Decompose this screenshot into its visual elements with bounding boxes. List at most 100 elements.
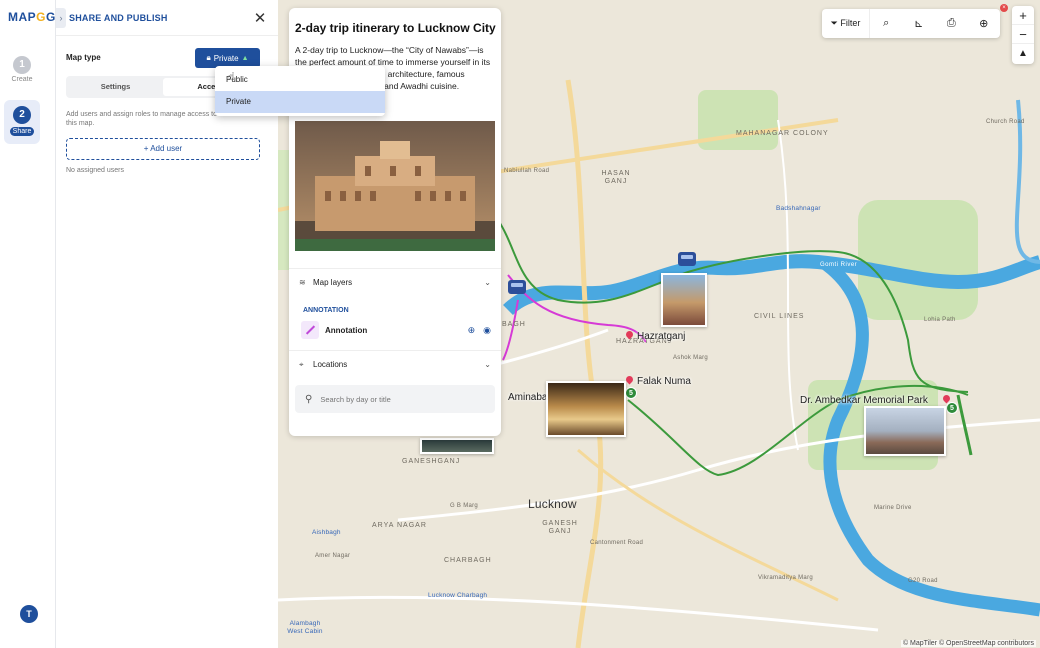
- location-photo[interactable]: [546, 381, 626, 437]
- locate-icon[interactable]: ⊕: [968, 17, 1001, 30]
- filter-label: Filter: [840, 18, 861, 28]
- avatar[interactable]: T: [20, 605, 38, 623]
- annotation-line-icon: [301, 321, 319, 339]
- area-label: MAHANAGAR COLONY: [736, 130, 829, 137]
- lock-icon: 🔒︎: [206, 53, 211, 62]
- station-label: Alambagh West Cabin: [287, 620, 323, 635]
- step-label: Create: [11, 76, 33, 83]
- park-area: [858, 200, 978, 320]
- layers-icon: ≋: [299, 278, 306, 287]
- map-toolbar: ⏷ Filter ⌕ ⊾ ⎙ ⊕: [822, 9, 1000, 38]
- zoom-to-layer-icon[interactable]: ⊕: [468, 325, 476, 336]
- road: [565, 79, 604, 648]
- privacy-dropdown: Public Private: [215, 66, 385, 116]
- area-label: ARYA NAGAR: [372, 522, 427, 529]
- place-label[interactable]: Hazratganj: [637, 331, 685, 342]
- locations-section[interactable]: ⌖ Locations ⌄: [289, 350, 501, 378]
- chevron-right-icon[interactable]: ›: [56, 7, 66, 28]
- map-type-label: Map type: [66, 53, 101, 62]
- annotation-label: Annotation: [325, 325, 368, 335]
- bus-icon: [508, 280, 526, 294]
- road-label: Amer Nagar: [315, 553, 351, 559]
- filter-icon: ⏷: [830, 18, 838, 28]
- zoom-out-button[interactable]: −: [1012, 25, 1034, 44]
- panel-title: SHARE AND PUBLISH: [69, 12, 168, 23]
- privacy-select-button[interactable]: 🔒︎ Private ▲: [195, 48, 260, 68]
- location-pin-icon: ⌖: [299, 359, 304, 369]
- notification-dot[interactable]: ×: [1000, 4, 1008, 12]
- area-label: BAGH: [502, 321, 526, 328]
- step-create[interactable]: 1 Create: [4, 50, 40, 94]
- chevron-down-icon: ⌄: [484, 278, 491, 287]
- no-users-text: No assigned users: [66, 167, 124, 174]
- caret-up-icon: ▲: [241, 54, 249, 62]
- left-rail: MAPGG 1 Create 2 Share T: [0, 0, 56, 648]
- panel-header: › SHARE AND PUBLISH ✕: [56, 0, 278, 36]
- chevron-down-icon: ⌄: [484, 360, 491, 369]
- step-number: 2: [13, 106, 31, 124]
- add-user-button[interactable]: + Add user: [66, 138, 260, 160]
- location-photo[interactable]: [420, 438, 494, 454]
- station-label: Lucknow Charbagh: [428, 592, 488, 599]
- search-icon[interactable]: ⌕: [870, 17, 903, 30]
- place-label[interactable]: Falak Numa: [637, 376, 691, 387]
- station-label: Badshahnagar: [776, 205, 821, 212]
- map-attribution[interactable]: © MapTiler © OpenStreetMap contributors: [900, 640, 1036, 647]
- tab-settings[interactable]: Settings: [68, 78, 163, 96]
- area-label: GANESHGANJ: [402, 458, 461, 465]
- locations-label: Locations: [313, 360, 348, 369]
- ruler-icon[interactable]: ⊾: [903, 17, 936, 30]
- river-label: Gomti River: [820, 262, 858, 268]
- annotation-header: ANNOTATION: [303, 307, 349, 314]
- area-label: GANESH GANJ: [542, 520, 578, 536]
- dropdown-option-private[interactable]: Private: [215, 91, 385, 113]
- place-label[interactable]: Dr. Ambedkar Memorial Park: [800, 395, 928, 406]
- road-label: Nabiullah Road: [504, 168, 550, 174]
- location-search-box: ⚲: [295, 385, 495, 413]
- filter-button[interactable]: ⏷ Filter: [822, 9, 870, 38]
- step-label: Share: [10, 127, 34, 136]
- hand-cursor-icon: ☝︎: [228, 71, 235, 83]
- search-icon: ⚲: [305, 393, 313, 405]
- bus-icon: [678, 252, 696, 266]
- road: [278, 595, 879, 632]
- station-label: Aishbagh: [312, 529, 341, 536]
- city-label: Lucknow: [528, 497, 577, 511]
- road-label: Church Road: [986, 119, 1025, 125]
- zoom-in-button[interactable]: +: [1012, 6, 1034, 25]
- card-title: 2-day trip itinerary to Lucknow City: [295, 21, 496, 35]
- card-cover-image: [295, 121, 495, 251]
- step-share[interactable]: 2 Share: [4, 100, 40, 144]
- road: [777, 119, 799, 451]
- zoom-control: + − ▲: [1012, 6, 1034, 64]
- map-layers-section[interactable]: ≋ Map layers ⌄: [289, 268, 501, 296]
- print-icon[interactable]: ⎙: [935, 17, 968, 30]
- route-stop-marker[interactable]: 5: [946, 402, 958, 414]
- road-label: Lohia Path: [924, 317, 956, 323]
- area-label: HASAN GANJ: [601, 170, 631, 186]
- area-label: CIVIL LINES: [754, 313, 805, 320]
- area-label: CHARBAGH: [444, 557, 492, 564]
- road-label: G20 Road: [908, 578, 938, 584]
- location-photo[interactable]: [661, 273, 707, 327]
- access-description: Add users and assign roles to manage acc…: [66, 111, 217, 128]
- close-icon[interactable]: ✕: [252, 9, 268, 27]
- road-label: Cantonment Road: [590, 540, 644, 546]
- compass-icon[interactable]: ▲: [1012, 44, 1034, 63]
- step-number: 1: [13, 56, 31, 74]
- road-label: Marine Drive: [874, 505, 912, 511]
- map-type-row: Map type 🔒︎ Private ▲: [66, 48, 260, 68]
- location-photo[interactable]: [864, 406, 946, 456]
- privacy-value: Private: [213, 53, 239, 63]
- route-stop-marker[interactable]: 5: [625, 387, 637, 399]
- road-label: Ashok Marg: [673, 355, 709, 361]
- map-layers-label: Map layers: [313, 278, 353, 287]
- building-illustration: [295, 121, 495, 251]
- annotation-layer-row[interactable]: Annotation ⊕ ◉: [301, 320, 491, 340]
- eye-icon[interactable]: ◉: [483, 325, 491, 336]
- road-label: Vikramaditya Marg: [758, 575, 814, 581]
- road-label: G B Marg: [450, 503, 479, 509]
- location-search-input[interactable]: [320, 394, 481, 404]
- app-logo[interactable]: MAPGG: [8, 10, 56, 24]
- dropdown-option-public[interactable]: Public: [215, 69, 385, 91]
